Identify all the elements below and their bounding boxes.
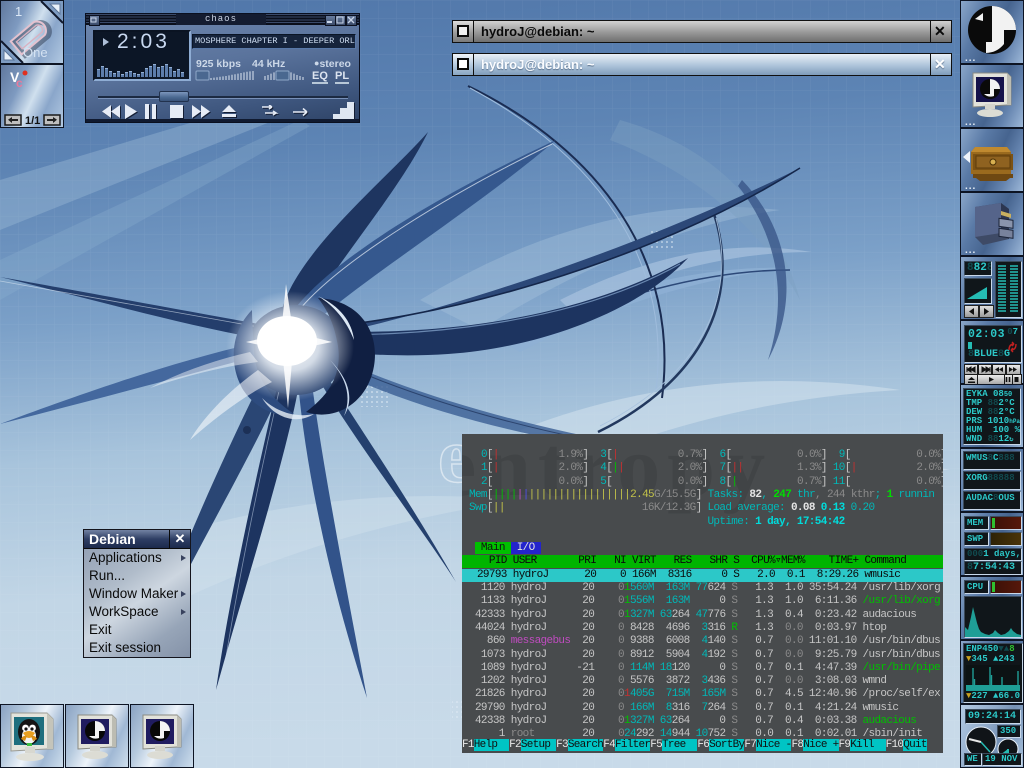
svg-text:One: One: [23, 45, 48, 60]
svg-text:1: 1: [15, 4, 22, 19]
svg-text:1/1: 1/1: [25, 115, 40, 127]
svg-text:c: c: [16, 76, 23, 90]
